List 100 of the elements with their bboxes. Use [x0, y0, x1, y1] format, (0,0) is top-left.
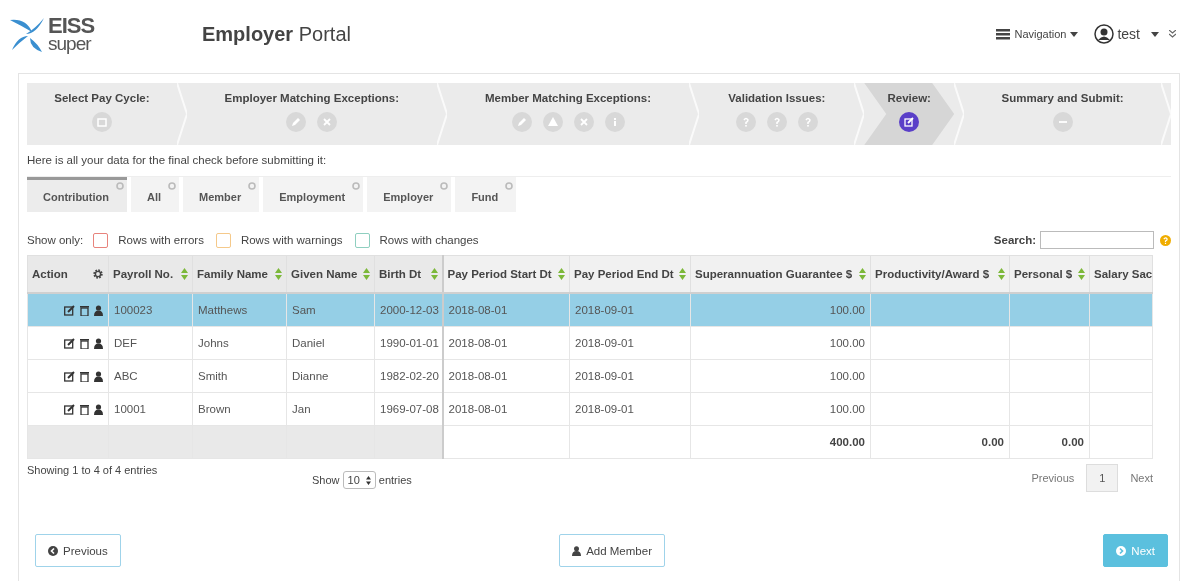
- user-icon[interactable]: [94, 370, 103, 382]
- filter-label: Rows with changes: [379, 234, 479, 246]
- search-field[interactable]: [1040, 231, 1154, 249]
- table-cell: 2018-09-01: [569, 293, 691, 327]
- caret-icon[interactable]: [1070, 31, 1079, 37]
- table-cell: 2018-08-01: [442, 326, 570, 360]
- table-cell: 100.00: [690, 392, 871, 426]
- table-cell: 100.00: [690, 326, 871, 360]
- page-button[interactable]: 1: [1086, 464, 1119, 492]
- question-icon: [797, 112, 818, 132]
- question-icon: [735, 112, 756, 132]
- settings-icon[interactable]: [92, 268, 104, 280]
- user-menu[interactable]: test: [1117, 26, 1140, 42]
- edit-icon[interactable]: [64, 403, 75, 415]
- table-cell: 100.00: [690, 359, 871, 393]
- table-cell: ABC: [108, 359, 193, 393]
- step-separator: [954, 83, 965, 145]
- list-icon[interactable]: [996, 28, 1011, 40]
- user-icon[interactable]: [94, 337, 103, 349]
- table-cell: 2018-09-01: [569, 392, 691, 426]
- table-cell: 2018-09-01: [569, 326, 691, 360]
- circle-chevron-left-icon[interactable]: [48, 545, 58, 556]
- previous-button[interactable]: Previous: [35, 534, 121, 567]
- navigation-menu[interactable]: Navigation: [1014, 28, 1067, 40]
- column-header[interactable]: Action: [32, 268, 68, 280]
- user-icon[interactable]: [1094, 24, 1115, 44]
- table-cell: 10001: [108, 392, 193, 426]
- user-icon[interactable]: [94, 403, 103, 415]
- double-chevron-icon[interactable]: [1169, 30, 1176, 38]
- tab[interactable]: Fund: [455, 177, 517, 212]
- table-cell: Matthews: [192, 293, 287, 327]
- wizard-step[interactable]: Review:: [864, 83, 955, 145]
- column-header[interactable]: Birth Dt: [379, 268, 422, 280]
- table-cell: 2018-08-01: [442, 392, 570, 426]
- tab[interactable]: Employment: [263, 177, 364, 212]
- entries-info: Showing 1 to 4 of 4 entries: [27, 464, 159, 476]
- warning-icon: [542, 112, 563, 132]
- filter-label: Rows with errors: [118, 234, 204, 246]
- table-cell: Daniel: [286, 326, 375, 360]
- wizard-step[interactable]: Validation Issues:: [699, 83, 855, 145]
- close-icon: [573, 112, 594, 132]
- question-icon: [766, 112, 787, 132]
- pencil-icon: [511, 112, 532, 132]
- total-value: 0.00: [1061, 436, 1084, 448]
- table-cell: Brown: [192, 392, 287, 426]
- trash-icon[interactable]: [80, 304, 89, 316]
- add-member-button[interactable]: Add Member: [559, 534, 665, 567]
- table-cell: 1990-01-01: [374, 326, 443, 360]
- page-size-select[interactable]: 10: [342, 471, 376, 489]
- table-cell: 2018-09-01: [569, 359, 691, 393]
- total-value: 0.00: [981, 436, 1004, 448]
- total-value: 400.00: [829, 436, 865, 448]
- tab[interactable]: Member: [183, 177, 260, 212]
- step-separator: [854, 83, 865, 145]
- logo-text: super: [48, 35, 93, 53]
- table-cell: 100023: [108, 293, 193, 327]
- tab[interactable]: Contribution: [27, 177, 127, 212]
- filter-checkbox[interactable]: [354, 232, 370, 248]
- next-page-button[interactable]: Next: [1118, 465, 1165, 491]
- wizard-step[interactable]: Employer Matching Exceptions:: [186, 83, 437, 145]
- table-cell: 2000-12-03: [374, 293, 443, 327]
- trash-icon[interactable]: [80, 337, 89, 349]
- wizard-step[interactable]: Member Matching Exceptions:: [446, 83, 690, 145]
- previous-page-button[interactable]: Previous: [1019, 465, 1087, 491]
- edit-icon[interactable]: [64, 370, 75, 382]
- filter-checkbox[interactable]: [93, 232, 109, 248]
- entries-label: entries: [378, 474, 412, 486]
- filter-label: Rows with warnings: [240, 234, 343, 246]
- filter-checkbox[interactable]: [215, 232, 231, 248]
- filter-label: Show only:: [27, 234, 84, 246]
- trash-icon[interactable]: [80, 403, 89, 415]
- table-cell: DEF: [108, 326, 193, 360]
- tab[interactable]: All: [131, 177, 180, 212]
- table-cell: Smith: [192, 359, 287, 393]
- trash-icon[interactable]: [80, 370, 89, 382]
- table-cell: 2018-08-01: [442, 293, 570, 327]
- table-cell: 2018-08-01: [442, 359, 570, 393]
- info-icon: [604, 112, 625, 132]
- table-cell: 1982-02-20: [374, 359, 443, 393]
- tab[interactable]: Employer: [367, 177, 452, 212]
- table-cell: Sam: [286, 293, 375, 327]
- logo-text: EISS: [48, 15, 95, 36]
- table-cell: Jan: [286, 392, 375, 426]
- table-cell: Johns: [192, 326, 287, 360]
- pencil-icon: [286, 112, 307, 132]
- caret-icon[interactable]: [1151, 31, 1159, 37]
- portal-title: Employer Portal: [202, 22, 351, 46]
- wizard-step[interactable]: Select Pay Cycle:: [27, 83, 177, 145]
- show-label: Show: [312, 474, 340, 486]
- table-cell: Dianne: [286, 359, 375, 393]
- up-down-arrows-icon[interactable]: [365, 475, 371, 485]
- search-label: Search:: [993, 234, 1036, 246]
- wizard-step[interactable]: Summary and Submit:: [964, 83, 1161, 145]
- user-icon[interactable]: [572, 545, 582, 556]
- intro-text: Here is all your data for the final check before submitting it:: [27, 154, 328, 166]
- edit-icon[interactable]: [64, 337, 75, 349]
- user-icon[interactable]: [94, 304, 103, 316]
- close-icon: [317, 112, 338, 132]
- edit-icon[interactable]: [64, 304, 75, 316]
- edit-icon: [899, 112, 920, 132]
